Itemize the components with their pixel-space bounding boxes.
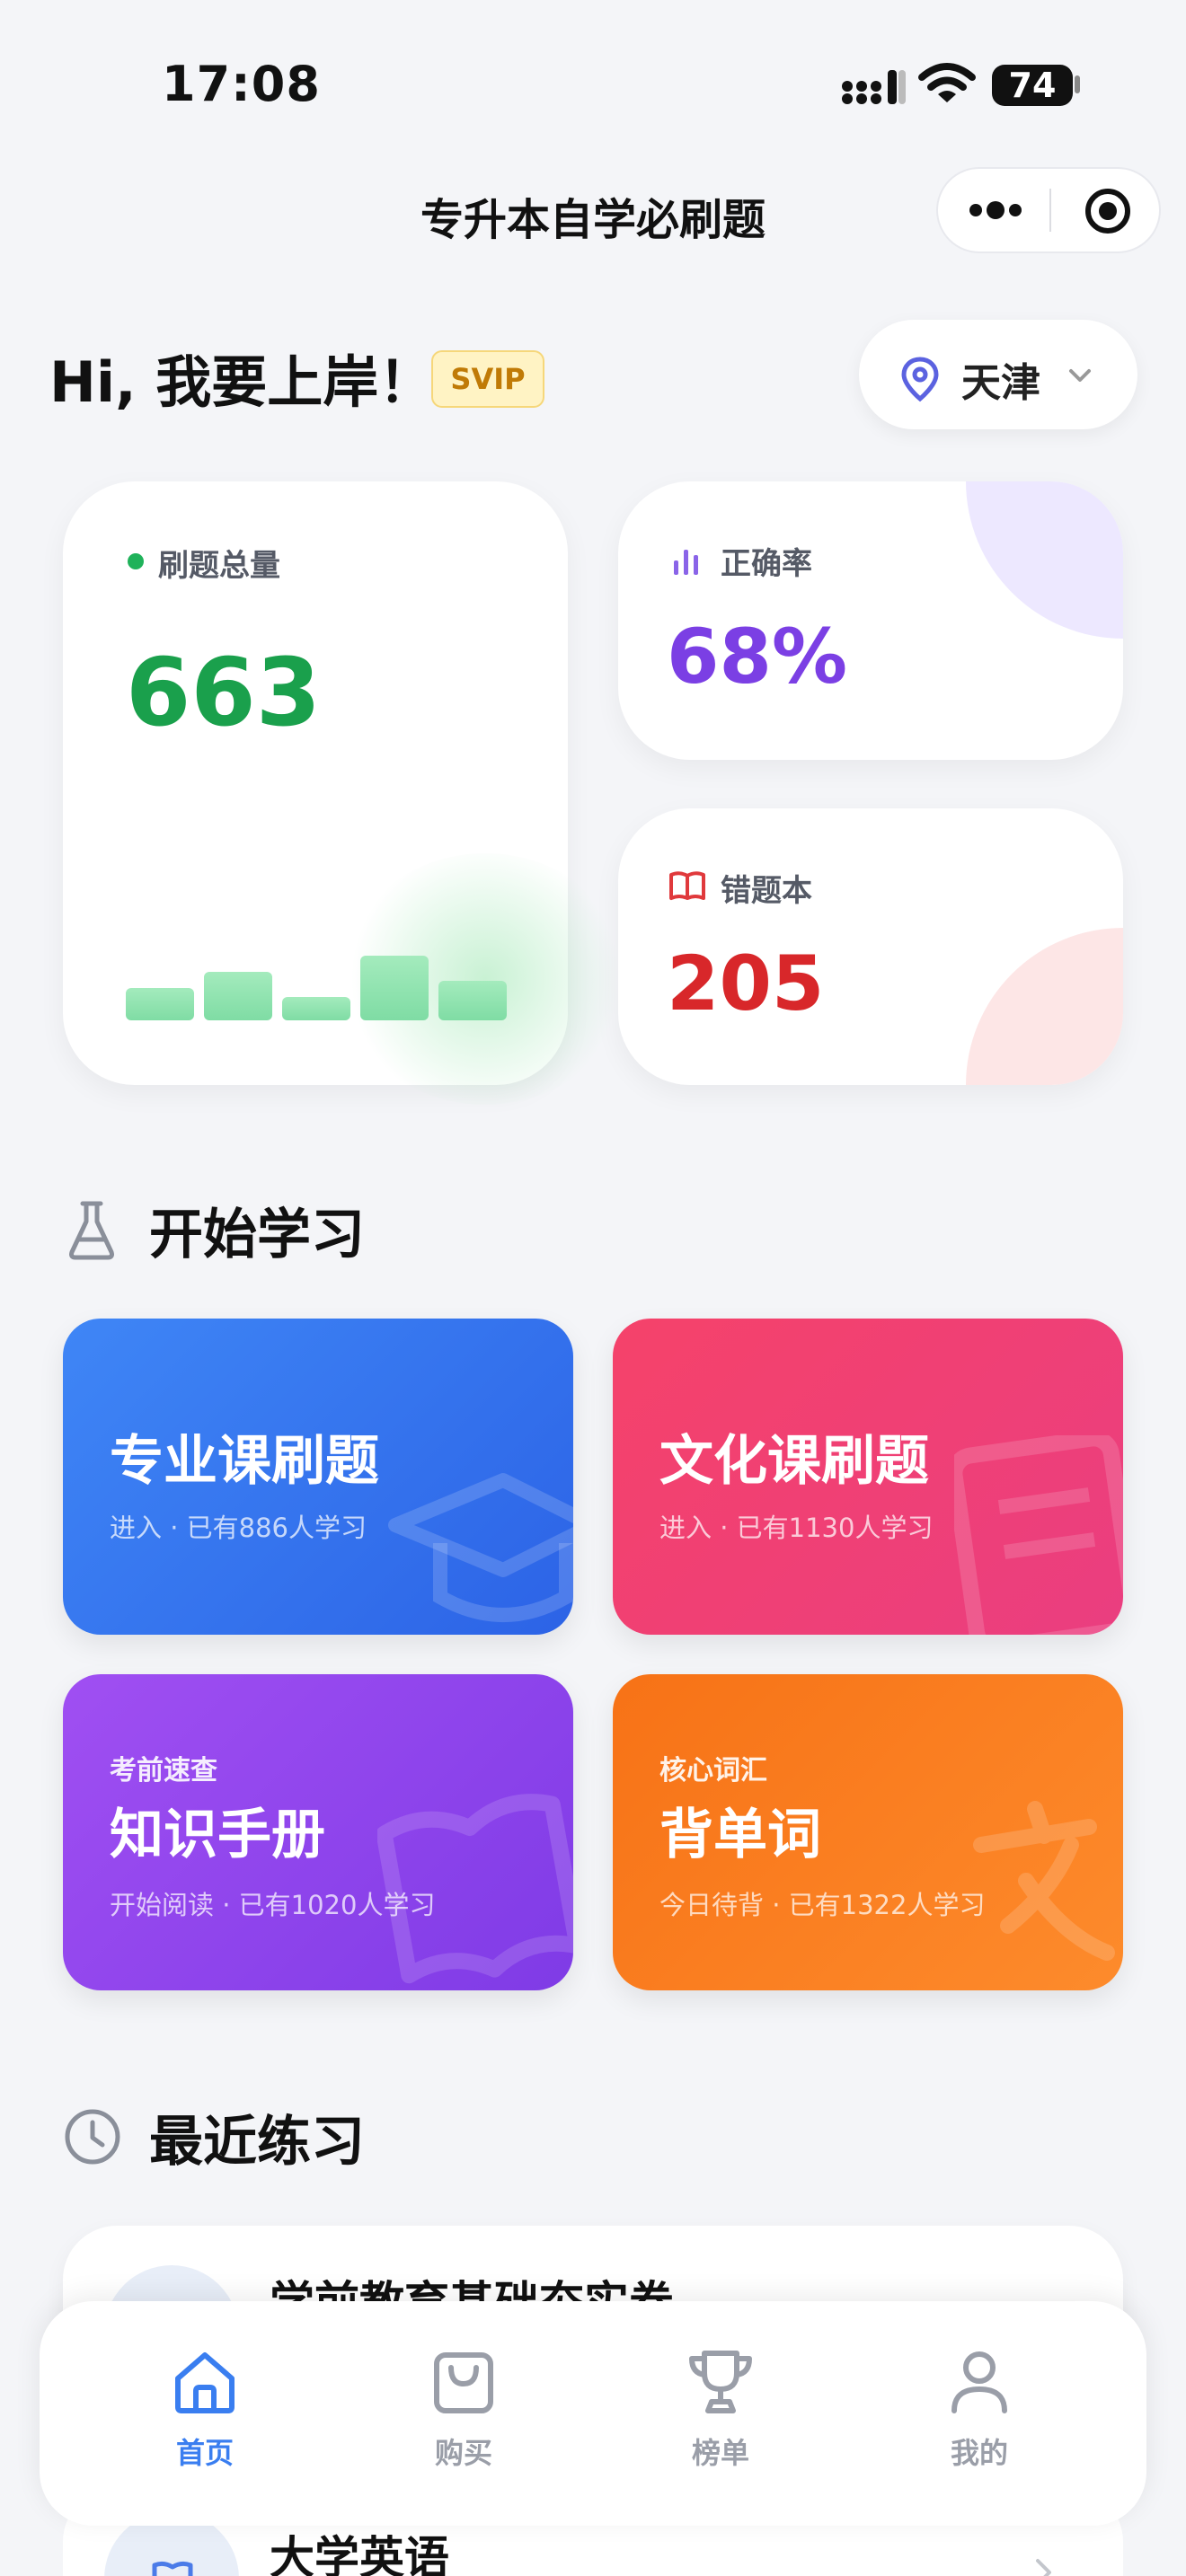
user-icon [951,2351,1007,2413]
wrong-book-label: 错题本 [721,873,812,909]
trophy-icon [689,2351,752,2413]
graduation-cap-icon [388,1473,573,1622]
major-course-tile[interactable]: 专业课刷题 进入 · 已有886人学习 [63,1319,573,1635]
tab-label: 榜单 [691,2436,749,2470]
open-book-icon [669,871,705,900]
home-icon [175,2352,235,2413]
mini-chart-bar [126,988,194,1020]
greeting-text: Hi, 我要上岸！ [49,349,435,415]
mini-chart-bar [360,956,429,1020]
mini-chart-bar [438,981,507,1020]
chevron-right-icon [1036,2559,1051,2576]
battery-indicator: 74 [992,65,1073,106]
close-miniprogram-dot [1099,202,1117,220]
tab-label: 首页 [175,2436,234,2470]
recent-item-name: 大学英语 [270,2532,449,2576]
mini-chart-bar [204,972,272,1020]
book-icon [152,2561,193,2576]
accuracy-value: 68% [667,613,848,701]
document-icon [954,1435,1123,1635]
culture-course-tile[interactable]: 文化课刷题 进入 · 已有1130人学习 [613,1319,1123,1635]
tab-label: 我的 [950,2436,1008,2470]
svip-badge: SVIP [431,350,544,408]
flask-icon [69,1201,114,1260]
wrong-book-value: 205 [667,940,825,1028]
vocabulary-tile[interactable]: 核心词汇 背单词 今日待背 · 已有1322人学习 [613,1674,1123,1990]
location-pin-icon [901,357,939,402]
tile-title: 专业课刷题 [110,1430,379,1493]
battery-cap [1075,75,1080,93]
tab-home[interactable]: 首页 [124,2346,286,2472]
signal-icon [842,70,906,104]
tab-label: 购买 [434,2436,492,2470]
green-dot-icon [128,553,144,569]
tile-title: 背单词 [659,1804,821,1866]
bag-icon [434,2352,493,2413]
chevron-down-icon [1069,369,1091,382]
total-questions-label: 刷题总量 [158,548,280,584]
tab-mine[interactable]: 我的 [898,2346,1060,2472]
total-questions-value: 663 [126,638,322,747]
start-study-title: 开始学习 [149,1204,365,1266]
tile-subtitle: 开始阅读 · 已有1020人学习 [110,1890,436,1920]
location-text: 天津 [961,360,1040,406]
tab-buy[interactable]: 购买 [383,2346,544,2472]
mini-chart-bar [282,997,350,1020]
tab-rank[interactable]: 榜单 [640,2346,801,2472]
clock-icon [65,2109,120,2165]
tile-subtitle: 今日待背 · 已有1322人学习 [659,1890,986,1920]
status-time: 17:08 [162,56,321,112]
tile-title: 知识手册 [110,1804,325,1866]
recent-practice-title: 最近练习 [149,2111,365,2174]
bar-chart-icon [674,550,698,575]
tile-kicker: 核心词汇 [659,1755,767,1786]
capsule-divider [1049,189,1051,232]
tile-subtitle: 进入 · 已有886人学习 [110,1513,367,1543]
wifi-icon [918,63,976,102]
tile-subtitle: 进入 · 已有1130人学习 [659,1513,934,1543]
knowledge-handbook-tile[interactable]: 考前速查 知识手册 开始阅读 · 已有1020人学习 [63,1674,573,1990]
tile-title: 文化课刷题 [659,1430,929,1493]
more-icon[interactable] [969,192,1022,228]
tile-kicker: 考前速查 [110,1755,217,1786]
accuracy-label: 正确率 [721,546,812,582]
